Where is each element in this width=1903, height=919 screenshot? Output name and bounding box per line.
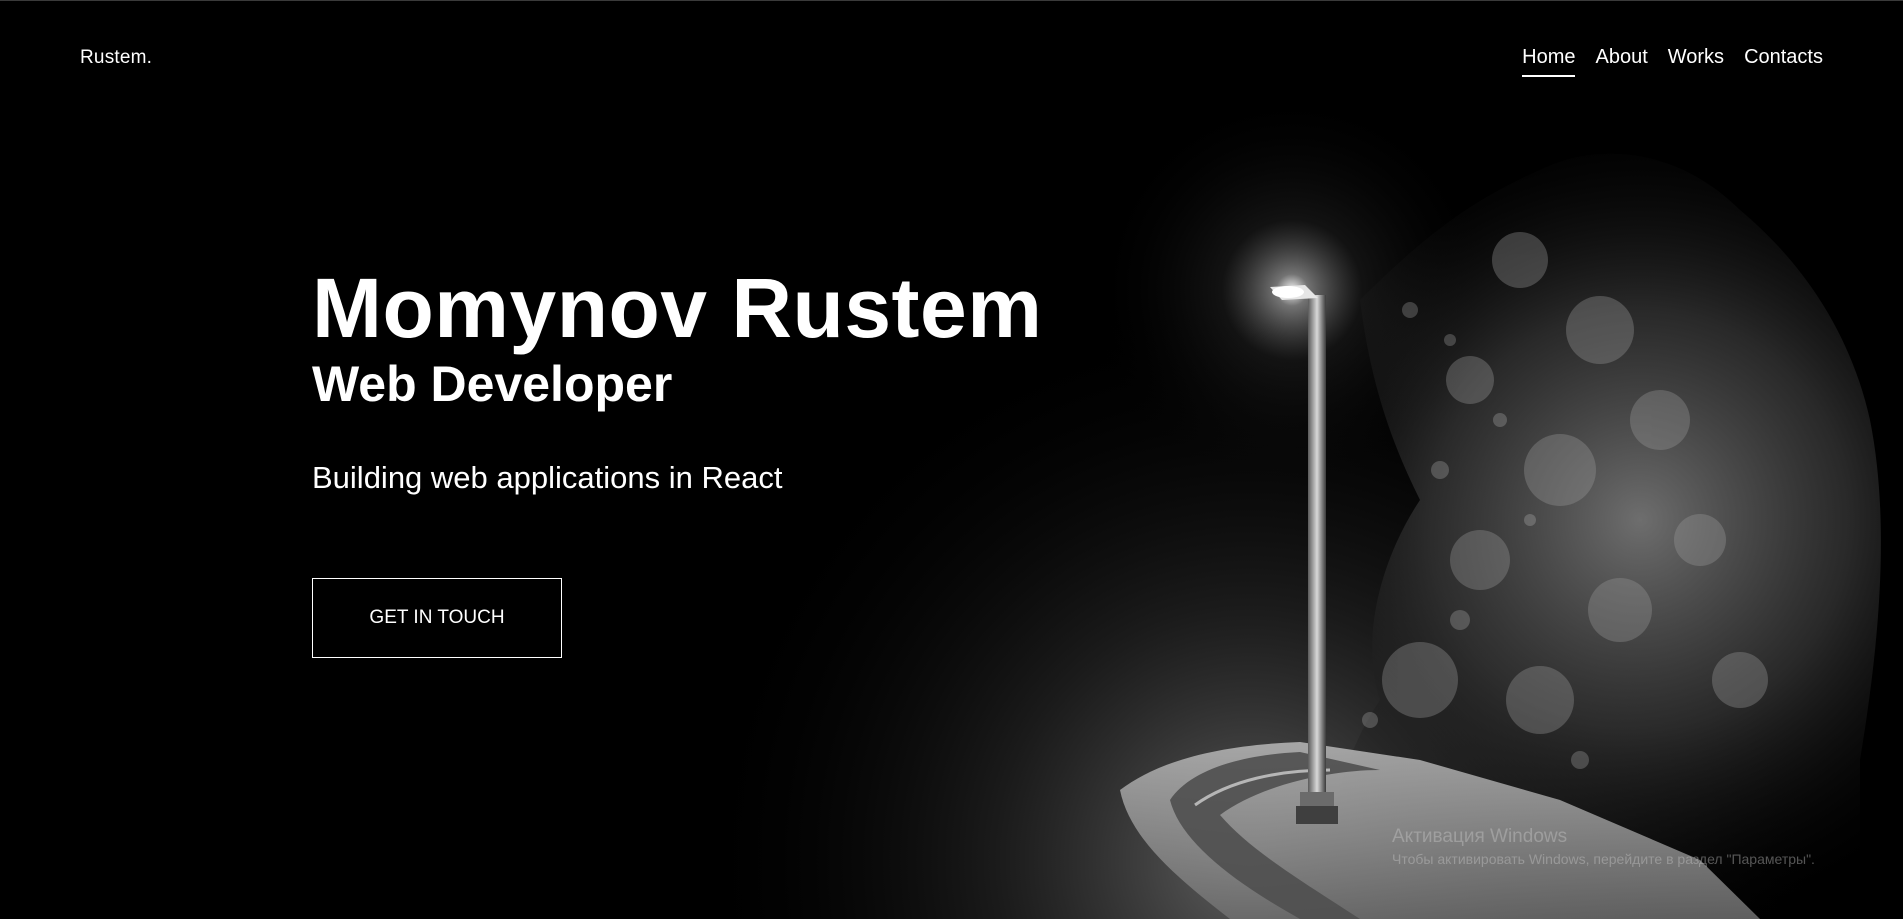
brand-logo[interactable]: Rustem. — [80, 47, 152, 69]
hero-role: Web Developer — [312, 356, 673, 412]
top-border — [0, 0, 1903, 1]
nav-item-contacts[interactable]: Contacts — [1744, 46, 1823, 77]
hero-name: Momynov Rustem — [312, 261, 1043, 355]
watermark-subtitle: Чтобы активировать Windows, перейдите в … — [1392, 851, 1815, 867]
windows-activation-watermark: Активация Windows Чтобы активировать Win… — [1392, 826, 1815, 868]
watermark-title: Активация Windows — [1392, 826, 1568, 847]
get-in-touch-button[interactable]: GET IN TOUCH — [312, 578, 562, 658]
nav-item-about[interactable]: About — [1595, 46, 1647, 77]
nav-item-home[interactable]: Home — [1522, 46, 1576, 77]
main-nav: Home About Works Contacts — [1522, 46, 1823, 77]
page: Rustem. Home About Works Contacts Momyno… — [0, 0, 1903, 919]
nav-item-works[interactable]: Works — [1668, 46, 1724, 77]
hero-section: Momynov Rustem Web Developer Building we… — [312, 262, 1042, 658]
hero-tagline: Building web applications in React — [312, 460, 783, 495]
